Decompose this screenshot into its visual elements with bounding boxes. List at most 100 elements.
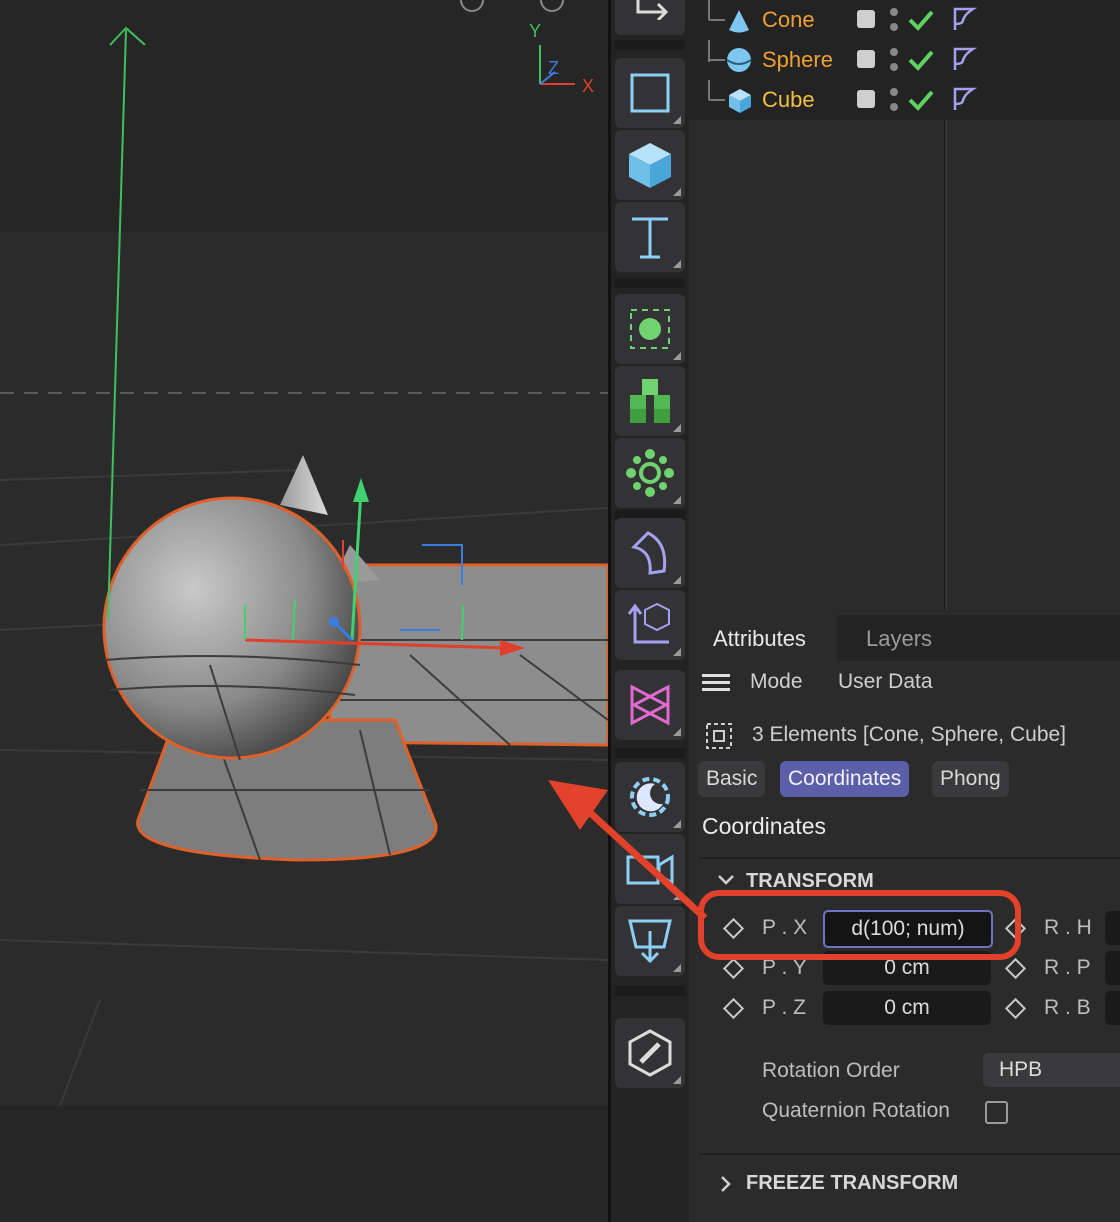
tab-label: Attributes	[713, 626, 806, 651]
attributes-panel: Attributes Layers Mode User Data 3 Eleme…	[689, 615, 1120, 1222]
field-icon	[630, 684, 670, 726]
field-label-pz: P . Z	[762, 996, 806, 1019]
subtab-phong[interactable]: Phong	[932, 761, 1009, 797]
edit-tool[interactable]	[615, 1018, 685, 1088]
text-t-icon	[632, 217, 668, 259]
quaternion-rotation-checkbox[interactable]	[985, 1101, 1008, 1124]
3d-viewport[interactable]: Y Z X	[0, 0, 608, 1222]
edit-visibility-icon[interactable]	[857, 50, 875, 68]
object-row-cone[interactable]: Cone	[689, 0, 1120, 40]
camera-tool[interactable]	[615, 834, 685, 904]
floor-arrow-icon	[628, 919, 672, 964]
section-title: Coordinates	[702, 813, 827, 839]
quaternion-rotation-label: Quaternion Rotation	[762, 1099, 950, 1122]
axis-x-label: X	[582, 76, 595, 96]
object-name[interactable]: Cone	[762, 7, 815, 33]
keyframe-diamond-icon[interactable]	[1004, 997, 1027, 1020]
rotation-b-input[interactable]	[1105, 991, 1120, 1025]
edit-pencil-icon	[628, 1029, 672, 1077]
position-y-input[interactable]: 0 cm	[823, 951, 991, 985]
field-label-px: P . X	[762, 916, 808, 939]
tree-connector-icon	[708, 0, 725, 21]
object-row-cube[interactable]: Cube	[689, 80, 1120, 120]
array-tool[interactable]	[615, 366, 685, 436]
tab-label: Layers	[866, 626, 933, 651]
position-z-input[interactable]: 0 cm	[823, 991, 991, 1025]
tree-connector-icon	[708, 40, 725, 62]
field-tool[interactable]	[615, 670, 685, 740]
rotation-h-input[interactable]	[1105, 911, 1120, 945]
selection-summary: 3 Elements [Cone, Sphere, Cube]	[752, 723, 1067, 746]
tag-icon[interactable]	[951, 6, 977, 32]
floor-tool[interactable]	[615, 906, 685, 976]
tree-connector-icon	[708, 80, 725, 101]
environment-tool[interactable]	[615, 762, 685, 832]
divider	[699, 1153, 1120, 1155]
divider	[699, 857, 1120, 859]
cube-tool[interactable]	[615, 130, 685, 200]
edit-visibility-icon[interactable]	[857, 10, 875, 28]
field-label-py: P . Y	[762, 956, 807, 979]
enabled-check-icon[interactable]	[907, 88, 935, 112]
chevron-right-icon[interactable]	[719, 1175, 733, 1193]
keyframe-diamond-icon[interactable]	[1004, 957, 1027, 980]
object-row-sphere[interactable]: Sphere	[689, 40, 1120, 80]
axis-tool[interactable]	[615, 590, 685, 660]
generator-icon	[630, 309, 670, 349]
rectangle-icon	[630, 73, 670, 113]
freeze-transform-header[interactable]: FREEZE TRANSFORM	[746, 1172, 958, 1195]
axis-y-label: Y	[529, 21, 542, 41]
visibility-dots-icon[interactable]	[887, 86, 901, 114]
visibility-dots-icon[interactable]	[887, 6, 901, 34]
coordinate-system-tool[interactable]	[615, 0, 685, 35]
subtab-basic[interactable]: Basic	[698, 761, 766, 797]
keyframe-diamond-icon[interactable]	[722, 917, 745, 940]
cloner-tool[interactable]	[615, 438, 685, 508]
moon-gear-icon	[630, 777, 670, 817]
rotation-order-select[interactable]: HPB	[983, 1053, 1120, 1087]
field-label-rh: R . H	[1044, 916, 1092, 939]
mode-menu[interactable]: Mode	[750, 670, 803, 694]
bend-deformer-icon	[631, 531, 667, 575]
viewport-scene	[0, 26, 608, 1107]
field-label-rb: R . B	[1044, 996, 1091, 1019]
rotation-order-label: Rotation Order	[762, 1059, 900, 1082]
chevron-down-icon[interactable]	[717, 873, 735, 887]
sphere-icon	[726, 48, 752, 72]
selection-icon	[706, 723, 732, 749]
user-data-menu[interactable]: User Data	[838, 670, 933, 694]
text-tool[interactable]	[615, 202, 685, 272]
keyframe-diamond-icon[interactable]	[722, 997, 745, 1020]
gear-cluster-icon	[626, 449, 674, 497]
object-name[interactable]: Sphere	[762, 47, 833, 73]
keyframe-diamond-icon[interactable]	[1004, 917, 1027, 940]
cube-icon	[629, 143, 671, 188]
axis-cube-icon	[627, 602, 670, 644]
generator-tool[interactable]	[615, 294, 685, 364]
keyframe-diamond-icon[interactable]	[722, 957, 745, 980]
edit-visibility-icon[interactable]	[857, 90, 875, 108]
blocks-icon	[630, 379, 670, 423]
enabled-check-icon[interactable]	[907, 8, 935, 32]
tag-icon[interactable]	[951, 86, 977, 112]
cone-icon	[729, 10, 749, 33]
object-name[interactable]: Cube	[762, 87, 815, 113]
tab-attributes[interactable]: Attributes	[689, 615, 837, 661]
cube-icon	[729, 89, 751, 113]
tab-layers[interactable]: Layers	[839, 615, 969, 661]
subtab-coordinates[interactable]: Coordinates	[780, 761, 910, 797]
enabled-check-icon[interactable]	[907, 48, 935, 72]
field-label-rp: R . P	[1044, 956, 1091, 979]
visibility-dots-icon[interactable]	[887, 46, 901, 74]
camera-icon	[626, 854, 674, 886]
tag-icon[interactable]	[951, 46, 977, 72]
coordinate-arrow-icon	[636, 0, 669, 20]
deformer-tool[interactable]	[615, 518, 685, 588]
transform-header[interactable]: TRANSFORM	[746, 870, 874, 893]
rotation-p-input[interactable]	[1105, 951, 1120, 985]
hamburger-menu-icon[interactable]	[702, 672, 730, 694]
rectangle-tool[interactable]	[615, 58, 685, 128]
object-manager: Cone Sphere Cube	[689, 0, 1120, 615]
axis-z-label: Z	[548, 58, 559, 78]
position-x-input[interactable]: d(100; num)	[823, 910, 993, 948]
